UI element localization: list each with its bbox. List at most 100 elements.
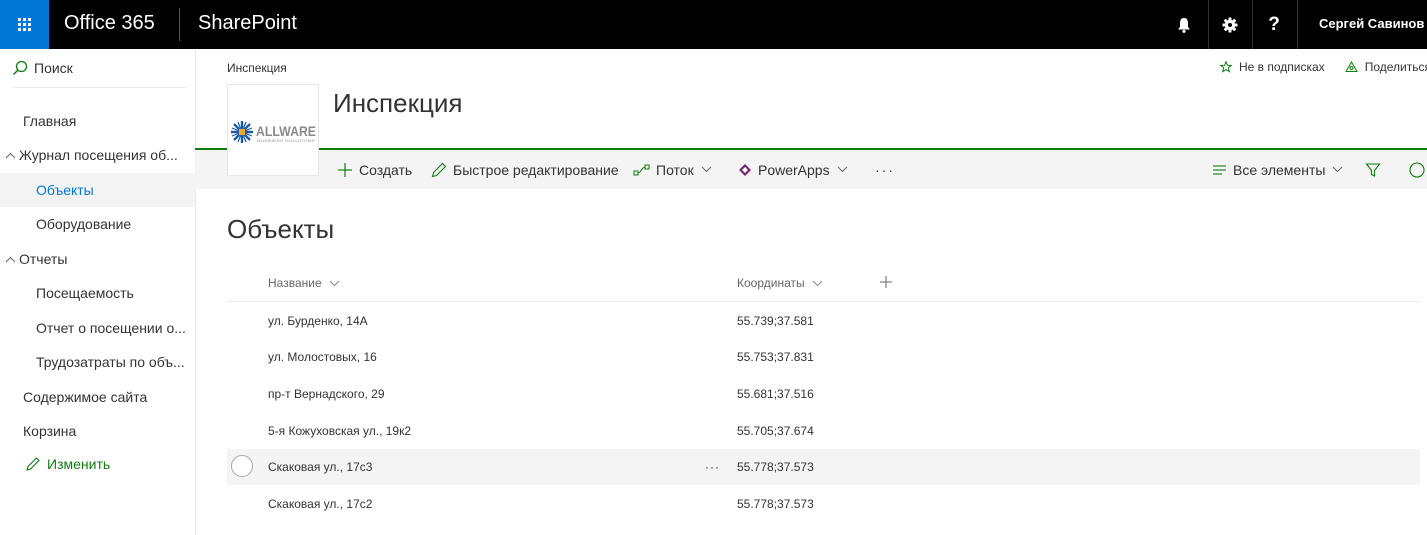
quick-edit-button[interactable]: Быстрое редактирование bbox=[431, 150, 619, 189]
nav-item-equipment[interactable]: Оборудование bbox=[0, 207, 195, 241]
column-header-coordinates[interactable]: Координаты bbox=[737, 276, 823, 290]
edit-label: Изменить bbox=[47, 456, 111, 472]
table-row[interactable]: ул. Молостовых, 16 55.753;37.831 bbox=[227, 339, 1420, 375]
more-commands-button[interactable]: ··· bbox=[875, 150, 895, 189]
chevron-down-icon bbox=[329, 280, 339, 286]
share-button[interactable]: Поделиться bbox=[1344, 60, 1427, 74]
cell-name[interactable]: ул. Бурденко, 14А bbox=[268, 303, 368, 339]
quick-edit-label: Быстрое редактирование bbox=[453, 161, 619, 178]
powerapps-menu[interactable]: PowerApps bbox=[738, 150, 848, 189]
app-launcher-button[interactable] bbox=[0, 0, 49, 49]
nav-item-labor-costs[interactable]: Трудозатраты по объ... bbox=[0, 345, 195, 379]
nav-item-label: Объекты bbox=[36, 182, 94, 198]
flow-menu[interactable]: Поток bbox=[633, 150, 712, 189]
allware-logo-icon: ALLWARE BUSINESS SOLUTIONS bbox=[231, 121, 316, 143]
chevron-up-icon[interactable] bbox=[5, 148, 19, 162]
user-name[interactable]: Сергей Савинов bbox=[1319, 16, 1424, 31]
info-button[interactable] bbox=[1409, 150, 1425, 189]
office365-brand[interactable]: Office 365 bbox=[64, 12, 155, 35]
suite-bar: Office 365 SharePoint ? Сергей Савинов bbox=[0, 0, 1427, 49]
nav-item-visit-log[interactable]: Журнал посещения об... bbox=[0, 138, 195, 172]
cell-name[interactable]: ул. Молостовых, 16 bbox=[268, 339, 377, 375]
header-divider bbox=[227, 301, 1420, 302]
nav-item-visit-report[interactable]: Отчет о посещении о... bbox=[0, 311, 195, 345]
nav-item-reports[interactable]: Отчеты bbox=[0, 242, 195, 276]
nav-item-label: Трудозатраты по объ... bbox=[36, 354, 185, 370]
nav-item-site-contents[interactable]: Содержимое сайта bbox=[0, 380, 195, 414]
nav-item-label: Главная bbox=[23, 113, 77, 129]
bell-icon bbox=[1178, 17, 1190, 33]
row-select-checkbox[interactable] bbox=[231, 455, 253, 477]
gear-icon bbox=[1222, 17, 1238, 32]
breadcrumb[interactable]: Инспекция bbox=[227, 61, 287, 75]
settings-button[interactable] bbox=[1209, 0, 1251, 49]
nav-item-label: Отчет о посещении о... bbox=[36, 320, 186, 336]
nav-item-objects[interactable]: Объекты bbox=[0, 173, 195, 207]
table-row[interactable]: Скаковая ул., 17с2 55.778;37.573 bbox=[227, 486, 1420, 522]
more-icon: ··· bbox=[875, 161, 895, 178]
nav-item-recycle-bin[interactable]: Корзина bbox=[0, 414, 195, 448]
pencil-icon bbox=[431, 162, 447, 177]
table-row[interactable]: пр-т Вернадского, 29 55.681;37.516 bbox=[227, 376, 1420, 412]
chevron-down-icon bbox=[1333, 166, 1343, 173]
cell-name[interactable]: 5-я Кожуховская ул., 19к2 bbox=[268, 413, 411, 449]
svg-text:BUSINESS SOLUTIONS: BUSINESS SOLUTIONS bbox=[257, 139, 316, 143]
list-title: Объекты bbox=[227, 214, 335, 244]
view-label: Все элементы bbox=[1233, 161, 1326, 178]
cell-coordinates: 55.753;37.831 bbox=[737, 350, 814, 364]
powerapps-label: PowerApps bbox=[758, 161, 830, 178]
cell-name[interactable]: Скаковая ул., 17с3 bbox=[268, 449, 372, 485]
nav-item-home[interactable]: Главная bbox=[0, 104, 195, 138]
search-box[interactable]: Поиск bbox=[12, 60, 73, 76]
svg-text:ALLWARE: ALLWARE bbox=[256, 123, 316, 139]
chevron-up-icon[interactable] bbox=[5, 252, 19, 266]
column-header-name[interactable]: Название bbox=[268, 276, 340, 290]
search-label: Поиск bbox=[34, 60, 73, 76]
cell-coordinates: 55.778;37.573 bbox=[737, 497, 814, 511]
nav-item-label: Корзина bbox=[23, 423, 77, 439]
edit-links-button[interactable]: Изменить bbox=[0, 447, 195, 481]
help-icon: ? bbox=[1268, 13, 1280, 35]
site-title[interactable]: Инспекция bbox=[333, 88, 462, 119]
table-row[interactable]: Скаковая ул., 17с3 ··· 55.778;37.573 bbox=[227, 449, 1420, 485]
cell-name[interactable]: пр-т Вернадского, 29 bbox=[268, 376, 385, 412]
filter-icon bbox=[1365, 162, 1381, 177]
waffle-icon bbox=[18, 18, 31, 31]
cell-coordinates: 55.705;37.674 bbox=[737, 424, 814, 438]
new-button[interactable]: Создать bbox=[337, 150, 412, 189]
cell-name[interactable]: Скаковая ул., 17с2 bbox=[268, 486, 372, 522]
flow-label: Поток bbox=[656, 161, 694, 178]
column-header-label: Координаты bbox=[737, 276, 805, 290]
list-view-icon bbox=[1213, 164, 1226, 175]
row-more-button[interactable]: ··· bbox=[705, 449, 720, 485]
table-row[interactable]: ул. Бурденко, 14А 55.739;37.581 bbox=[227, 303, 1420, 339]
new-label: Создать bbox=[359, 161, 413, 178]
sharepoint-app-title[interactable]: SharePoint bbox=[198, 12, 297, 35]
table-row[interactable]: 5-я Кожуховская ул., 19к2 55.705;37.674 bbox=[227, 413, 1420, 449]
nav-item-label: Посещаемость bbox=[36, 285, 134, 301]
chevron-down-icon bbox=[701, 166, 712, 173]
column-header-label: Название bbox=[268, 276, 322, 290]
help-button[interactable]: ? bbox=[1253, 0, 1295, 49]
add-column-button[interactable] bbox=[879, 275, 893, 289]
cell-coordinates: 55.681;37.516 bbox=[737, 387, 814, 401]
chevron-down-icon bbox=[812, 280, 822, 286]
nav-item-label: Отчеты bbox=[19, 251, 68, 267]
plus-icon bbox=[880, 276, 892, 288]
nav-item-label: Журнал посещения об... bbox=[19, 147, 178, 163]
filter-button[interactable] bbox=[1365, 150, 1381, 189]
nav-item-label: Оборудование bbox=[36, 216, 132, 232]
star-icon bbox=[1220, 61, 1232, 73]
follow-button[interactable]: Не в подписках Поделиться bbox=[1220, 60, 1427, 74]
nav-item-label: Содержимое сайта bbox=[23, 389, 148, 405]
chevron-down-icon bbox=[837, 166, 847, 173]
notifications-button[interactable] bbox=[1163, 0, 1205, 49]
share-label: Поделиться bbox=[1364, 60, 1427, 74]
command-bar: Создать Быстрое редактирование Поток Pow… bbox=[195, 150, 1427, 189]
site-logo[interactable]: ALLWARE BUSINESS SOLUTIONS bbox=[227, 84, 319, 176]
follow-label: Не в подписках bbox=[1239, 60, 1325, 74]
nav-item-attendance[interactable]: Посещаемость bbox=[0, 276, 195, 310]
cell-coordinates: 55.778;37.573 bbox=[737, 460, 814, 474]
left-navigation: Поиск Главная Журнал посещения об... Объ… bbox=[0, 49, 196, 535]
view-switcher[interactable]: Все элементы bbox=[1212, 150, 1343, 189]
